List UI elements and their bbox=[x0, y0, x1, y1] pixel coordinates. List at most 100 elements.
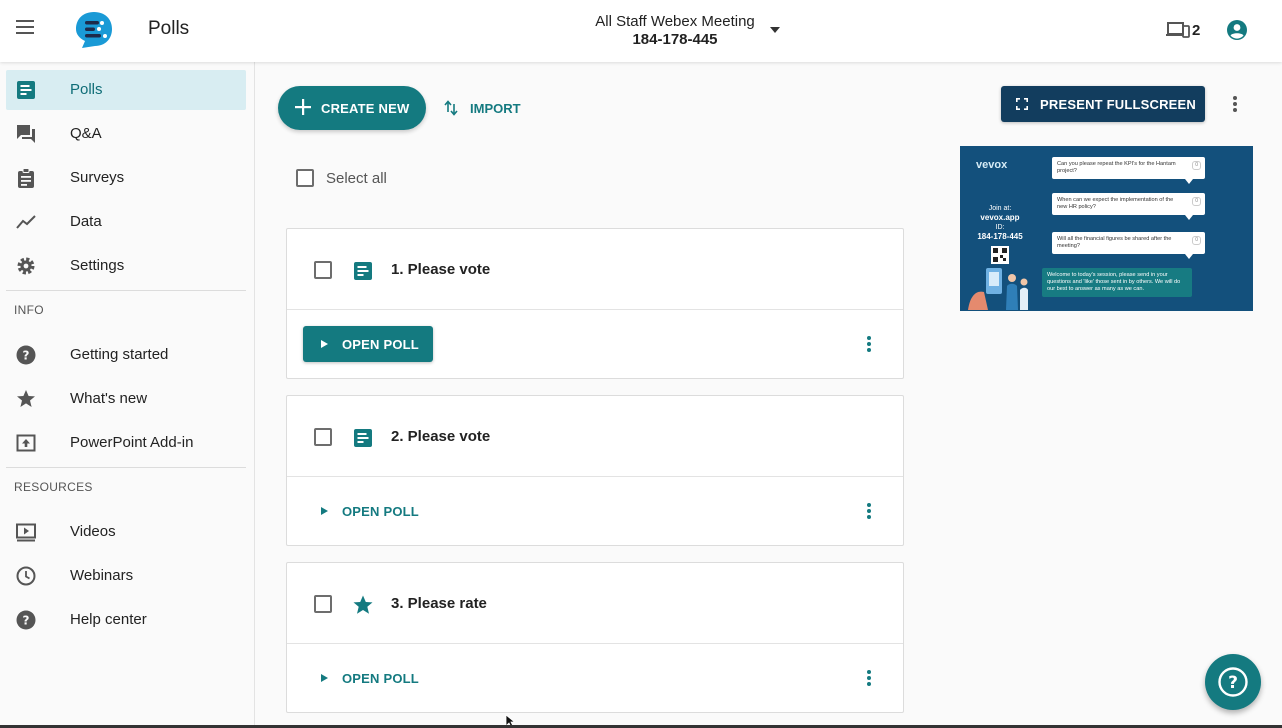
preview-question-text: Can you please repeat the KPI's for the … bbox=[1057, 161, 1176, 174]
select-all[interactable]: Select all bbox=[296, 168, 387, 188]
preview-like-count: 0 bbox=[1192, 236, 1201, 245]
divider bbox=[287, 476, 903, 477]
poll-title: 1. Please vote bbox=[391, 261, 491, 278]
account-circle-icon[interactable] bbox=[1226, 19, 1248, 41]
present-fullscreen-label: PRESENT FULLSCREEN bbox=[1040, 97, 1197, 112]
help-circle-outline-icon: ? bbox=[1218, 667, 1248, 697]
poll-more-options-icon[interactable] bbox=[859, 501, 879, 521]
plus-icon bbox=[295, 99, 311, 115]
sidebar-item-data[interactable]: Data bbox=[6, 202, 246, 242]
sidebar-item-label: Getting started bbox=[70, 346, 169, 363]
clock-icon bbox=[16, 566, 36, 586]
poll-icon bbox=[17, 81, 35, 99]
open-poll-button[interactable]: OPEN POLL bbox=[303, 326, 433, 362]
poll-checkbox[interactable] bbox=[314, 428, 332, 446]
swap-vertical-icon bbox=[444, 100, 458, 116]
open-poll-label: OPEN POLL bbox=[342, 337, 419, 352]
sidebar-item-webinars[interactable]: Webinars bbox=[6, 556, 246, 596]
section-heading-resources: RESOURCES bbox=[14, 480, 93, 494]
create-new-label: CREATE NEW bbox=[321, 101, 410, 116]
sidebar-item-label: Polls bbox=[70, 81, 103, 98]
poll-title: 2. Please vote bbox=[391, 428, 491, 445]
vevox-logo-icon bbox=[76, 12, 112, 48]
sidebar-item-polls[interactable]: Polls bbox=[6, 70, 246, 110]
import-label: IMPORT bbox=[470, 100, 521, 116]
sidebar-item-qa[interactable]: Q&A bbox=[6, 114, 246, 154]
svg-text:?: ? bbox=[23, 349, 30, 363]
divider bbox=[287, 643, 903, 644]
preview-question: Will all the financial figures be shared… bbox=[1052, 232, 1205, 259]
select-all-checkbox[interactable] bbox=[296, 169, 314, 187]
play-icon bbox=[321, 674, 328, 682]
preview-question-text: When can we expect the implementation of… bbox=[1057, 197, 1174, 210]
poll-checkbox[interactable] bbox=[314, 261, 332, 279]
sidebar-item-powerpoint-addin[interactable]: PowerPoint Add-in bbox=[6, 423, 246, 463]
open-poll-label: OPEN POLL bbox=[342, 671, 419, 686]
sidebar-item-settings[interactable]: Settings bbox=[6, 246, 246, 286]
sidebar-item-label: Help center bbox=[70, 611, 147, 628]
poll-more-options-icon[interactable] bbox=[859, 334, 879, 354]
devices-icon bbox=[1166, 22, 1190, 38]
poll-more-options-icon[interactable] bbox=[859, 668, 879, 688]
sidebar: Polls Q&A Surveys Data Settings INFO ? G… bbox=[0, 62, 255, 728]
poll-card: 3. Please rate OPEN POLL bbox=[286, 562, 904, 713]
more-options-icon[interactable] bbox=[1225, 94, 1245, 114]
poll-title: 3. Please rate bbox=[391, 595, 487, 612]
poll-text-icon bbox=[354, 262, 372, 280]
poll-card: 1. Please vote OPEN POLL bbox=[286, 228, 904, 379]
sidebar-item-whats-new[interactable]: What's new bbox=[6, 379, 246, 419]
forum-icon bbox=[17, 125, 35, 143]
sidebar-item-getting-started[interactable]: ? Getting started bbox=[6, 335, 246, 375]
clipboard-icon bbox=[18, 168, 34, 188]
help-circle-icon: ? bbox=[16, 345, 36, 365]
sidebar-item-label: Webinars bbox=[70, 567, 134, 584]
preview-id-value: 184-178-445 bbox=[977, 232, 1023, 241]
connected-devices[interactable]: 2 bbox=[1166, 19, 1200, 41]
presentation-preview[interactable]: vevox Join at: vevox.app ID: 184-178-445… bbox=[960, 146, 1253, 311]
create-new-button[interactable]: CREATE NEW bbox=[278, 86, 426, 130]
present-fullscreen-button[interactable]: PRESENT FULLSCREEN bbox=[1001, 86, 1205, 122]
qr-code-icon bbox=[991, 246, 1009, 264]
open-poll-button[interactable]: OPEN POLL bbox=[303, 660, 433, 696]
preview-question: When can we expect the implementation of… bbox=[1052, 193, 1205, 220]
gear-icon bbox=[17, 257, 35, 275]
sidebar-item-label: Settings bbox=[70, 257, 125, 274]
divider bbox=[6, 467, 246, 468]
preview-join-url: vevox.app bbox=[980, 213, 1020, 222]
poll-text-icon bbox=[354, 429, 372, 447]
meeting-id: 184-178-445 bbox=[632, 31, 718, 48]
fullscreen-icon bbox=[1016, 98, 1028, 110]
sidebar-item-label: PowerPoint Add-in bbox=[70, 434, 194, 451]
top-app-bar: Polls All Staff Webex Meeting 184-178-44… bbox=[0, 0, 1282, 62]
svg-text:?: ? bbox=[1228, 673, 1238, 693]
preview-id-label: ID: bbox=[995, 224, 1005, 231]
trending-icon bbox=[16, 215, 36, 229]
hamburger-menu-icon[interactable] bbox=[16, 20, 36, 40]
meeting-selector[interactable]: All Staff Webex Meeting 184-178-445 bbox=[580, 13, 770, 48]
meeting-name: All Staff Webex Meeting bbox=[595, 13, 755, 30]
sidebar-item-surveys[interactable]: Surveys bbox=[6, 158, 246, 198]
preview-like-count: 0 bbox=[1192, 197, 1201, 206]
preview-brand: vevox bbox=[976, 159, 1008, 171]
help-button[interactable]: ? bbox=[1205, 654, 1261, 710]
caret-down-icon[interactable] bbox=[770, 27, 780, 33]
preview-join-info: Join at: vevox.app ID: 184-178-445 bbox=[974, 204, 1026, 242]
preview-like-count: 0 bbox=[1192, 161, 1201, 170]
preview-welcome-message: Welcome to today's session, please send … bbox=[1042, 268, 1192, 297]
svg-text:?: ? bbox=[23, 614, 30, 628]
poll-checkbox[interactable] bbox=[314, 595, 332, 613]
video-icon bbox=[16, 523, 36, 542]
section-heading-info: INFO bbox=[14, 303, 44, 317]
help-circle-icon: ? bbox=[16, 610, 36, 630]
preview-question: Can you please repeat the KPI's for the … bbox=[1052, 157, 1205, 184]
sidebar-item-label: Data bbox=[70, 213, 102, 230]
open-poll-button[interactable]: OPEN POLL bbox=[303, 493, 433, 529]
divider bbox=[6, 290, 246, 291]
page-title: Polls bbox=[148, 18, 190, 39]
sidebar-item-help-center[interactable]: ? Help center bbox=[6, 600, 246, 640]
sidebar-item-videos[interactable]: Videos bbox=[6, 512, 246, 552]
people-illustration-icon bbox=[968, 268, 1028, 310]
import-button[interactable]: IMPORT bbox=[444, 99, 521, 117]
sidebar-item-label: Videos bbox=[70, 523, 116, 540]
poll-card: 2. Please vote OPEN POLL bbox=[286, 395, 904, 546]
